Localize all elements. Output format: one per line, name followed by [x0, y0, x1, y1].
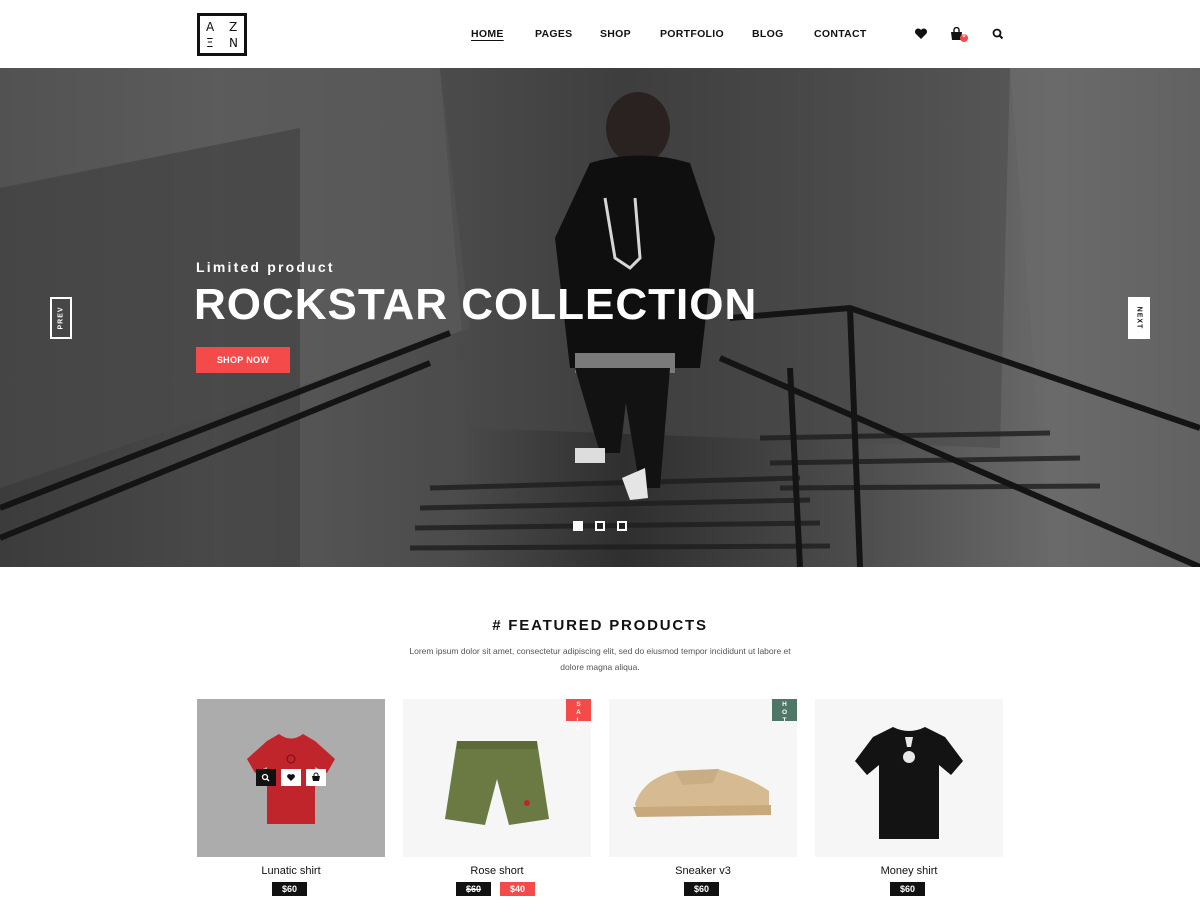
nav-item-shop[interactable]: SHOP — [600, 28, 631, 40]
featured-products-description: Lorem ipsum dolor sit amet, consectetur … — [409, 646, 791, 672]
slider-dot-2[interactable] — [595, 521, 605, 531]
slider-dot-1[interactable] — [573, 521, 583, 531]
main-nav: HOME PAGES SHOP PORTFOLIO BLOG CONTACT — [0, 28, 1200, 42]
nav-item-contact[interactable]: CONTACT — [814, 28, 867, 40]
product-card-sneaker-v3[interactable]: HOT — [609, 699, 797, 857]
sneaker-image — [633, 769, 771, 817]
product-card-money-shirt[interactable] — [815, 699, 1003, 857]
add-to-cart-button[interactable] — [306, 769, 326, 786]
nav-item-blog[interactable]: BLOG — [752, 28, 784, 40]
cart-icon — [312, 772, 320, 781]
cart-count-badge: 0 — [962, 33, 966, 39]
next-label: NEXT — [1135, 306, 1143, 330]
product-name[interactable]: Sneaker v3 — [609, 865, 797, 877]
site-header: A Z Ξ N HOME PAGES SHOP PORTFOLIO BLOG C… — [0, 0, 1200, 68]
search-icon[interactable] — [992, 27, 1004, 46]
prev-slide-button[interactable]: PREV — [50, 297, 72, 339]
heart-icon[interactable] — [914, 27, 928, 46]
product-name[interactable]: Rose short — [403, 865, 591, 877]
featured-products-title: # FEATURED PRODUCTS — [492, 617, 708, 634]
hero-subtitle: Limited product — [196, 259, 335, 275]
nav-item-portfolio[interactable]: PORTFOLIO — [660, 28, 724, 40]
product-price: $60 — [272, 882, 308, 896]
product-name[interactable]: Lunatic shirt — [197, 865, 385, 877]
quick-view-button[interactable] — [256, 769, 276, 786]
product-price: $40 — [500, 882, 536, 896]
sale-badge: SALE — [566, 699, 591, 732]
hot-badge: HOT — [772, 699, 797, 724]
search-icon — [261, 773, 270, 782]
product-card-lunatic-shirt[interactable] — [197, 699, 385, 857]
hero-title: ROCKSTAR COLLECTION — [194, 280, 758, 329]
shop-now-button[interactable]: SHOP NOW — [196, 347, 290, 373]
slider-dot-3[interactable] — [617, 521, 627, 531]
product-old-price: $60 — [456, 882, 492, 896]
next-slide-button[interactable]: NEXT — [1128, 297, 1150, 339]
black-shirt-image — [855, 727, 963, 839]
product-card-rose-short[interactable]: SALE — [403, 699, 591, 857]
nav-item-home[interactable]: HOME — [471, 28, 504, 40]
wishlist-button[interactable] — [281, 769, 301, 786]
heart-icon — [287, 774, 295, 781]
green-shorts-image — [445, 741, 549, 825]
product-price: $60 — [684, 882, 720, 896]
nav-item-pages[interactable]: PAGES — [535, 28, 572, 40]
prev-label: PREV — [57, 306, 65, 330]
product-price: $60 — [890, 882, 926, 896]
hero-slider: Limited product ROCKSTAR COLLECTION SHOP… — [0, 68, 1200, 567]
product-name[interactable]: Money shirt — [815, 865, 1003, 877]
